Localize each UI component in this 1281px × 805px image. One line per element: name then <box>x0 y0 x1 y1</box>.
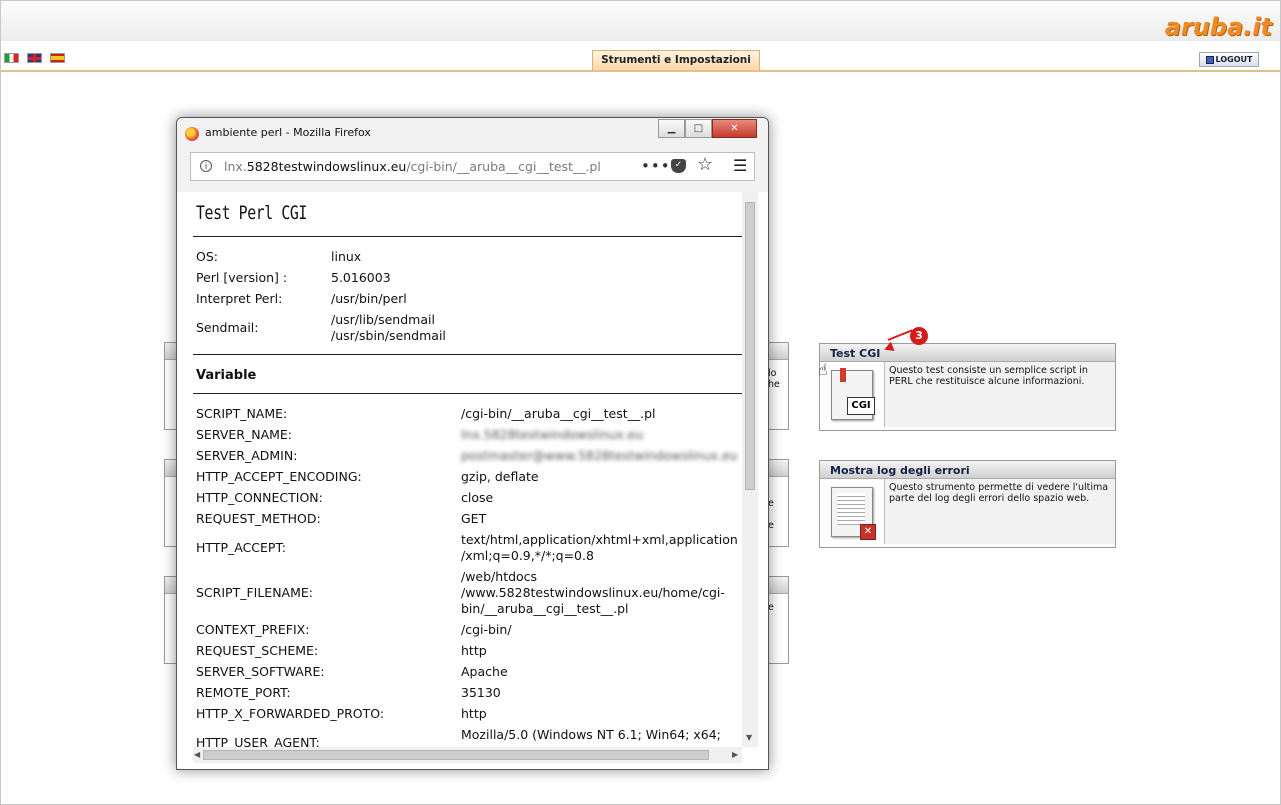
flag-italy-icon[interactable] <box>4 53 19 63</box>
tool-error-log[interactable]: Mostra log degli errori ✕ Questo strumen… <box>819 460 1116 548</box>
aruba-logo[interactable]: aruba.it <box>1165 13 1272 41</box>
var-value: /cgi-bin/ <box>461 622 512 637</box>
info-value: /usr/bin/perl <box>331 291 407 306</box>
scroll-down-icon[interactable]: ▼ <box>746 733 752 742</box>
var-value: /web/htdocs <box>461 569 538 584</box>
var-value: http <box>461 643 487 658</box>
var-value: /cgi-bin/__aruba__cgi__test__.pl <box>461 406 656 421</box>
horizontal-scrollbar[interactable]: ◀ ▶ <box>193 747 742 763</box>
cgi-document-icon[interactable]: CGI <box>831 367 875 420</box>
var-value-redacted: postmaster@www.5828testwindowslinux.eu <box>461 448 738 463</box>
top-bar: aruba.it <box>1 1 1280 41</box>
var-value: GET <box>461 511 487 526</box>
var-key: CONTEXT_PREFIX: <box>196 622 310 637</box>
var-value-redacted: lnx.5828testwindowslinux.eu <box>461 427 644 442</box>
tool-test-cgi[interactable]: Test CGI CGI Questo test consiste un sem… <box>819 343 1116 431</box>
var-key: SCRIPT_NAME: <box>196 406 288 421</box>
info-value: /usr/sbin/sendmail <box>331 328 446 343</box>
window-titlebar[interactable]: ambiente perl - Mozilla Firefox ▁ □ ✕ i … <box>177 118 768 192</box>
divider <box>193 393 742 394</box>
pocket-icon[interactable]: ✓ <box>671 159 686 173</box>
info-value: linux <box>331 249 362 264</box>
info-value: /usr/lib/sendmail <box>331 312 435 327</box>
minimize-button[interactable]: ▁ <box>658 119 685 138</box>
maximize-button[interactable]: □ <box>685 119 712 138</box>
var-key: HTTP_ACCEPT_ENCODING: <box>196 469 362 484</box>
vertical-scrollbar[interactable]: ▼ <box>742 192 758 747</box>
logout-label: LOGOUT <box>1215 55 1253 64</box>
var-key: REQUEST_METHOD: <box>196 511 321 526</box>
error-log-document-icon[interactable]: ✕ <box>831 486 876 540</box>
info-key: Interpret Perl: <box>196 291 283 306</box>
var-key: SERVER_SOFTWARE: <box>196 664 325 679</box>
var-value: Apache <box>461 664 508 679</box>
horizontal-scroll-thumb[interactable] <box>203 750 709 760</box>
page-title: Test Perl CGI <box>196 202 307 224</box>
window-title: ambiente perl - Mozilla Firefox <box>205 126 371 139</box>
url-text[interactable]: lnx.5828testwindowslinux.eu/cgi-bin/__ar… <box>224 159 601 174</box>
tool-test-cgi-icon-cell[interactable]: CGI <box>820 362 885 427</box>
tool-test-cgi-description: Questo test consiste un semplice script … <box>885 362 1115 427</box>
tool-error-log-icon-cell[interactable]: ✕ <box>820 479 885 544</box>
variables-heading: Variable <box>196 368 257 383</box>
var-value: /xml;q=0.9,*/*;q=0.8 <box>461 548 594 563</box>
var-key: SCRIPT_FILENAME: <box>196 585 313 600</box>
tab-strumenti-impostazioni[interactable]: Strumenti e Impostazioni <box>592 50 760 70</box>
divider <box>193 236 742 237</box>
var-key: REMOTE_PORT: <box>196 685 291 700</box>
var-value: Mozilla/5.0 (Windows NT 6.1; Win64; x64; <box>461 727 721 742</box>
scroll-right-icon[interactable]: ▶ <box>732 750 738 759</box>
annotation-badge: 3 <box>910 327 928 345</box>
flag-spain-icon[interactable] <box>50 53 65 63</box>
var-key: HTTP_USER_AGENT: <box>196 735 320 747</box>
tool-test-cgi-title[interactable]: Test CGI <box>820 344 1115 362</box>
var-value: close <box>461 490 494 505</box>
var-value: 35130 <box>461 685 501 700</box>
more-actions-icon[interactable]: ••• <box>641 157 671 175</box>
firefox-icon <box>185 127 199 141</box>
hidden-text-fragment: lo <box>768 368 777 379</box>
info-key: OS: <box>196 249 218 264</box>
var-value: http <box>461 706 487 721</box>
info-value: 5.016003 <box>331 270 391 285</box>
divider <box>193 354 742 355</box>
scroll-left-icon[interactable]: ◀ <box>194 750 200 759</box>
page-content: Test Perl CGI OS: linux Perl [version] :… <box>193 192 742 747</box>
url-bar[interactable]: i lnx.5828testwindowslinux.eu/cgi-bin/__… <box>190 152 755 181</box>
logout-icon <box>1205 55 1214 64</box>
var-key: SERVER_ADMIN: <box>196 448 298 463</box>
vertical-scroll-thumb[interactable] <box>745 202 755 490</box>
info-key: Sendmail: <box>196 320 259 335</box>
var-key: REQUEST_SCHEME: <box>196 643 319 658</box>
language-flags <box>4 53 65 63</box>
error-x-icon: ✕ <box>860 523 876 540</box>
tool-error-log-title[interactable]: Mostra log degli errori <box>820 461 1115 479</box>
var-key: HTTP_ACCEPT: <box>196 540 286 555</box>
bookmark-star-icon[interactable]: ☆ <box>697 154 713 175</box>
info-icon[interactable]: i <box>200 160 212 172</box>
var-value: bin/__aruba__cgi__test__.pl <box>461 601 629 616</box>
var-key: HTTP_CONNECTION: <box>196 490 323 505</box>
firefox-window[interactable]: ambiente perl - Mozilla Firefox ▁ □ ✕ i … <box>176 117 769 770</box>
var-value: /www.5828testwindowslinux.eu/home/cgi- <box>461 585 725 600</box>
hamburger-menu-icon[interactable]: ☰ <box>733 156 747 175</box>
cgi-icon-label: CGI <box>847 396 875 415</box>
hand-cursor-icon: ☝ <box>818 360 828 379</box>
var-value: gzip, deflate <box>461 469 539 484</box>
tool-error-log-description: Questo strumento permette di vedere l'ul… <box>885 479 1115 544</box>
logout-button[interactable]: LOGOUT <box>1199 52 1259 67</box>
var-key: HTTP_X_FORWARDED_PROTO: <box>196 706 385 721</box>
close-window-button[interactable]: ✕ <box>712 119 757 138</box>
flag-uk-icon[interactable] <box>27 53 42 63</box>
var-value: text/html,application/xhtml+xml,applicat… <box>461 532 738 547</box>
info-key: Perl [version] : <box>196 270 288 285</box>
hidden-text-fragment: he <box>768 379 780 390</box>
var-key: SERVER_NAME: <box>196 427 293 442</box>
